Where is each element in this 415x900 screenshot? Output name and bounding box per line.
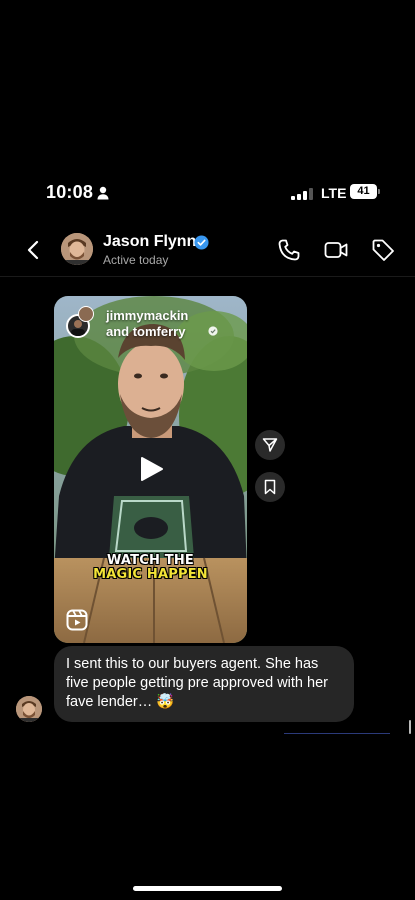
reel-coauthor-name: and tomferry	[106, 324, 186, 339]
message-bubble[interactable]: I sent this to our buyers agent. She has…	[54, 646, 354, 722]
network-type: LTE	[321, 185, 347, 201]
shared-reel-card[interactable]: jimmymackin and tomferry WATCH THE MAGIC…	[54, 296, 247, 643]
battery-icon: 41	[350, 184, 377, 199]
person-icon	[97, 186, 109, 200]
tag-icon[interactable]	[370, 237, 396, 263]
reel-coauthor-avatar	[78, 306, 94, 322]
header-divider	[0, 276, 415, 277]
phone-icon[interactable]	[276, 237, 302, 263]
battery-nub	[378, 189, 380, 194]
video-camera-icon[interactable]	[323, 237, 349, 263]
verified-badge-icon	[194, 235, 209, 250]
reel-author-header[interactable]: jimmymackin and tomferry	[64, 306, 244, 346]
status-bar: 10:08 LTE 41	[0, 176, 415, 212]
chevron-left-icon[interactable]	[22, 238, 46, 262]
sender-avatar[interactable]	[16, 696, 42, 722]
reel-caption-line1: WATCH THE	[106, 553, 195, 569]
bookmark-icon	[264, 479, 276, 495]
status-time: 10:08	[46, 182, 94, 202]
share-button[interactable]	[255, 430, 285, 460]
contact-avatar[interactable]	[61, 233, 93, 265]
reels-icon	[66, 609, 88, 631]
contact-name[interactable]: Jason Flynn	[103, 233, 196, 251]
reel-author-name: jimmymackin	[106, 308, 189, 323]
play-icon[interactable]	[138, 456, 164, 482]
composer-edge	[284, 733, 390, 734]
send-icon	[262, 438, 278, 452]
verified-badge-icon	[208, 326, 218, 336]
conversation-header: Jason Flynn Active today	[0, 226, 415, 276]
cellular-signal-icon	[291, 188, 315, 200]
save-button[interactable]	[255, 472, 285, 502]
presence-status: Active today	[103, 253, 169, 267]
scrollbar[interactable]	[409, 720, 411, 734]
home-indicator[interactable]	[133, 886, 282, 891]
reel-caption-line2: MAGIC HAPPEN	[93, 567, 208, 583]
